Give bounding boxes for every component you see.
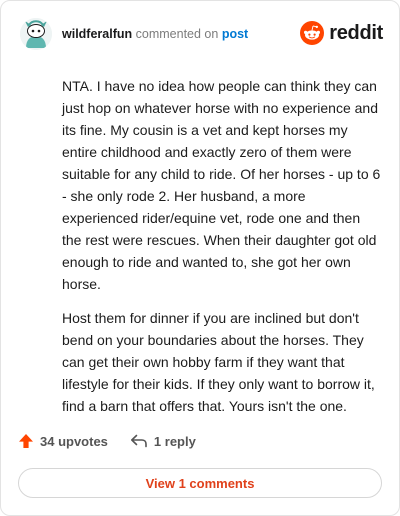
reddit-wordmark: reddit xyxy=(329,21,383,44)
reddit-logo[interactable]: reddit xyxy=(300,21,383,45)
commented-on-text: commented on xyxy=(135,27,219,41)
comment-header: wildferalfun commented on post xyxy=(20,16,248,52)
upvote-arrow-icon xyxy=(19,434,33,448)
reply-count: 1 reply xyxy=(153,433,196,449)
upvote-button[interactable]: 34 upvotes xyxy=(18,433,108,449)
reply-arrow-icon xyxy=(130,434,147,448)
comment-paragraph: Host them for dinner if you are inclined… xyxy=(62,310,375,414)
reddit-snoo-icon xyxy=(300,21,325,45)
comment-actions: 34 upvotes 1 reply xyxy=(18,433,196,449)
comment-card: wildferalfun commented on post reddit NT… xyxy=(0,0,400,516)
snoo-avatar-icon xyxy=(20,18,52,50)
comment-body: NTA. I have no idea how people can think… xyxy=(62,75,382,429)
comment-meta: wildferalfun commented on post xyxy=(62,27,248,41)
view-comments-button[interactable]: View 1 comments xyxy=(18,468,382,498)
reply-button[interactable]: 1 reply xyxy=(130,434,196,449)
user-avatar[interactable] xyxy=(20,18,52,50)
post-link[interactable]: post xyxy=(222,27,248,41)
username[interactable]: wildferalfun xyxy=(62,27,132,41)
upvote-count: 34 upvotes xyxy=(40,433,108,449)
comment-paragraph: NTA. I have no idea how people can think… xyxy=(62,78,381,292)
